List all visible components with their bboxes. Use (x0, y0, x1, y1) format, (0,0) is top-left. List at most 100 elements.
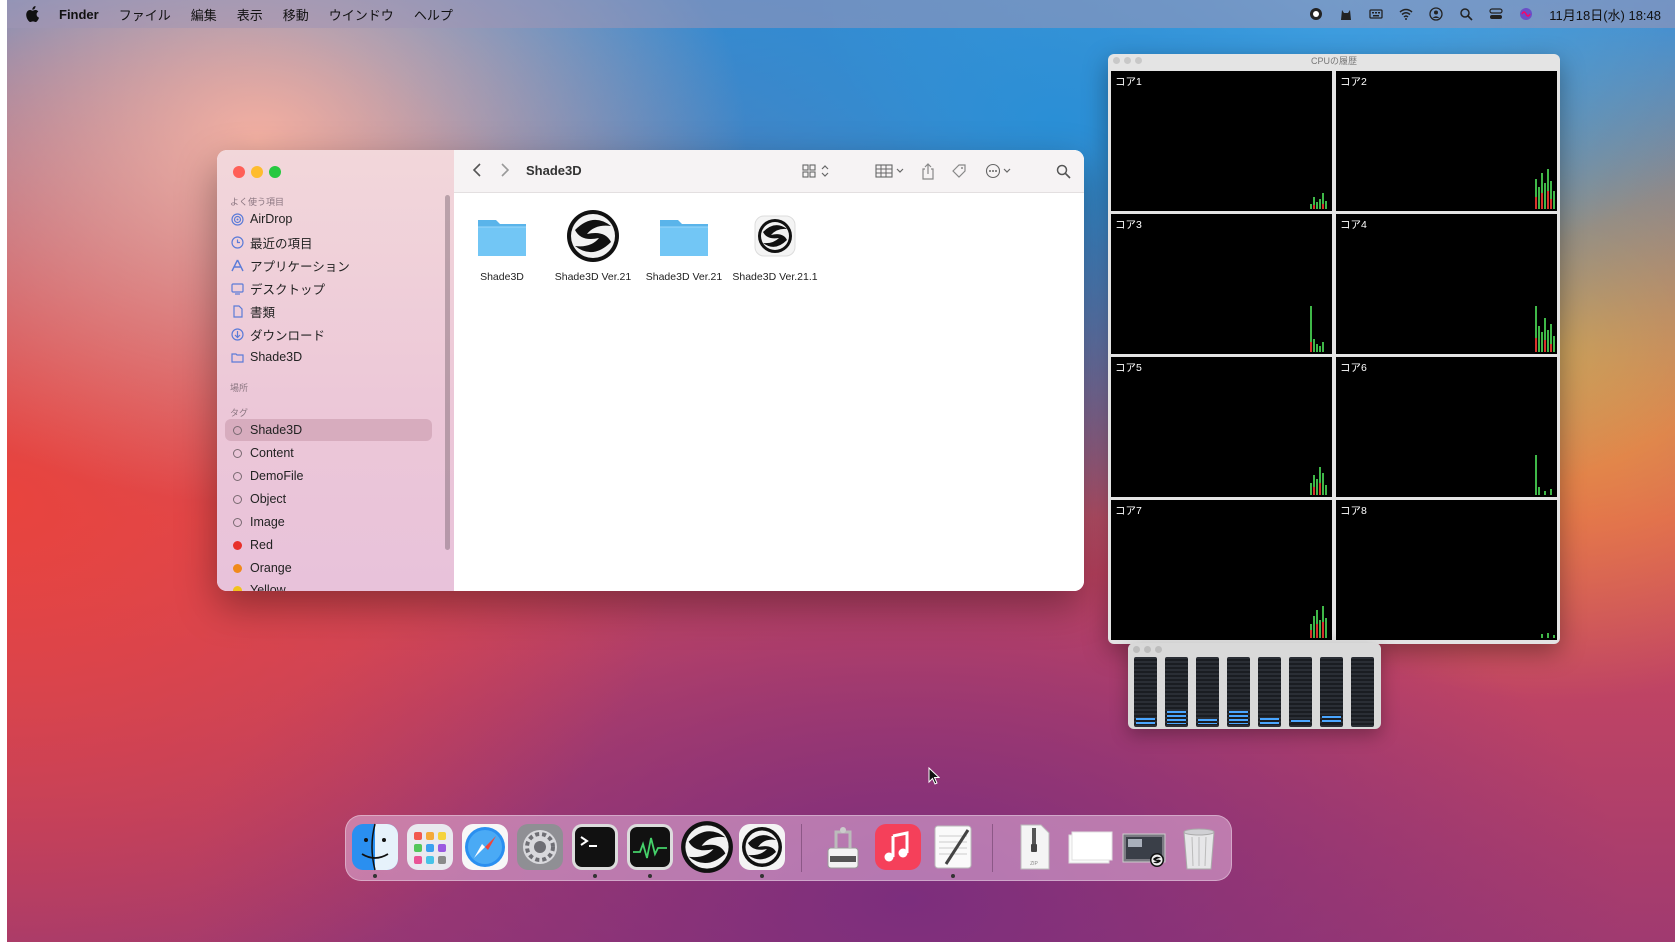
cpu-meter-fill (1198, 718, 1217, 724)
keyboard-icon[interactable] (1369, 7, 1383, 21)
window-controls (233, 166, 281, 178)
action-menu-button[interactable] (984, 162, 1016, 180)
close-button[interactable] (1113, 57, 1120, 64)
sidebar-item-label: Image (250, 515, 285, 529)
terminal-icon[interactable] (570, 822, 620, 872)
core-graph: コア6 (1336, 357, 1557, 497)
screen-record-icon[interactable] (1309, 7, 1323, 21)
sidebar-tag-object[interactable]: Object (230, 488, 440, 510)
menu-view[interactable]: 表示 (237, 5, 263, 24)
close-button[interactable] (233, 166, 245, 178)
siri-icon[interactable] (1519, 7, 1533, 21)
sidebar-item-shade3d-folder[interactable]: Shade3D (230, 346, 440, 368)
sidebar-item-label: Shade3D (250, 423, 303, 437)
shade3d-icon[interactable] (680, 820, 734, 874)
sidebar-item-label: Yellow (250, 583, 286, 591)
sidebar-tag-orange[interactable]: Orange (230, 557, 440, 579)
sidebar-tag-yellow[interactable]: Yellow (230, 579, 440, 591)
tag-outline-icon (230, 446, 244, 460)
running-indicator (373, 874, 377, 878)
close-button[interactable] (1133, 646, 1140, 653)
folder-icon (478, 220, 526, 256)
group-by-button[interactable] (874, 162, 908, 180)
textedit-icon[interactable] (928, 822, 978, 872)
tags-header: タグ (230, 408, 249, 418)
dock: ZIP (345, 815, 1232, 881)
sidebar-item-airdrop[interactable]: AirDrop (230, 208, 440, 230)
wifi-icon[interactable] (1399, 7, 1413, 21)
ellipsis-circle-icon (985, 163, 1011, 179)
minimize-button[interactable] (1124, 57, 1131, 64)
tags-button[interactable] (950, 162, 968, 180)
file-item[interactable]: Shade3D Ver.21.1 (730, 208, 820, 283)
sidebar-item-label: 最近の項目 (250, 236, 313, 251)
music-icon[interactable] (873, 822, 923, 872)
cpu-meter (1258, 657, 1281, 727)
zoom-button[interactable] (1155, 646, 1162, 653)
sidebar-tag-red[interactable]: Red (230, 534, 440, 556)
sidebar-tag-demofile[interactable]: DemoFile (230, 465, 440, 487)
sidebar-item-label: ダウンロード (250, 328, 326, 343)
file-item[interactable]: Shade3D (457, 208, 547, 283)
core-graph: コア8 (1336, 500, 1557, 640)
zip-file-icon[interactable]: ZIP (1009, 822, 1059, 872)
minimize-button[interactable] (1144, 646, 1151, 653)
sidebar-item-recents[interactable]: 最近の項目 (230, 231, 440, 253)
sidebar-item-downloads[interactable]: ダウンロード (230, 323, 440, 345)
control-center-icon[interactable] (1489, 7, 1503, 21)
file-name: Shade3D (480, 271, 524, 283)
sidebar-item-desktop[interactable]: デスクトップ (230, 277, 440, 299)
file-name: Shade3D Ver.21.1 (732, 271, 818, 283)
zoom-button[interactable] (269, 166, 281, 178)
menu-file[interactable]: ファイル (119, 5, 171, 24)
tag-orange-icon (230, 561, 244, 575)
launchpad-icon[interactable] (405, 822, 455, 872)
menu-edit[interactable]: 編集 (191, 5, 217, 24)
minimize-button[interactable] (251, 166, 263, 178)
menu-help[interactable]: ヘルプ (414, 5, 453, 24)
shade3d-app-icon (567, 210, 619, 262)
activity-monitor-icon[interactable] (625, 822, 675, 872)
file-item[interactable]: Shade3D Ver.21 (639, 208, 729, 283)
apple-menu-icon[interactable] (25, 6, 39, 22)
user-icon[interactable] (1429, 7, 1443, 21)
safari-icon[interactable] (460, 822, 510, 872)
sidebar-tag-content[interactable]: Content (230, 442, 440, 464)
download-icon (230, 327, 244, 341)
sidebar-item-label: Red (250, 538, 273, 552)
trash-icon[interactable] (1174, 822, 1224, 872)
running-indicator (760, 874, 764, 878)
cat-icon[interactable] (1339, 7, 1353, 21)
sidebar-scrollbar[interactable] (445, 195, 450, 550)
sidebar-tag-shade3d[interactable]: Shade3D (225, 419, 432, 441)
blank-document-icon[interactable] (1064, 822, 1114, 872)
desktop-icon (230, 281, 244, 295)
search-button[interactable] (1054, 162, 1072, 180)
sidebar-item-documents[interactable]: 書類 (230, 300, 440, 322)
shade3d-ver21-1-icon[interactable] (737, 822, 787, 872)
sidebar-item-label: 書類 (250, 305, 276, 320)
system-preferences-icon[interactable] (515, 822, 565, 872)
zoom-button[interactable] (1135, 57, 1142, 64)
sidebar-tag-image[interactable]: Image (230, 511, 440, 533)
search-icon[interactable] (1459, 7, 1473, 21)
cpu-meter (1289, 657, 1312, 727)
menu-go[interactable]: 移動 (283, 5, 309, 24)
menu-app-name[interactable]: Finder (59, 7, 99, 22)
shade3d-app-icon (754, 215, 796, 257)
back-icon[interactable] (472, 162, 482, 178)
file-item[interactable]: Shade3D Ver.21 (548, 208, 638, 283)
file-name: Shade3D Ver.21 (645, 271, 723, 283)
share-button[interactable] (919, 162, 937, 180)
finder-icon[interactable] (350, 822, 400, 872)
tag-yellow-icon (230, 583, 244, 591)
cpu-history-titlebar: CPUの履歴 (1108, 54, 1560, 68)
screenshot-stack-icon[interactable] (1119, 822, 1169, 872)
menu-window[interactable]: ウインドウ (329, 5, 394, 24)
archive-utility-icon[interactable] (818, 822, 868, 872)
icon-view-toggle[interactable] (801, 162, 833, 180)
sidebar-item-applications[interactable]: アプリケーション (230, 254, 440, 276)
core-graph: コア4 (1336, 214, 1557, 354)
forward-icon[interactable] (500, 162, 510, 178)
menu-clock[interactable]: 11月18日(水) 18:48 (1549, 5, 1661, 24)
